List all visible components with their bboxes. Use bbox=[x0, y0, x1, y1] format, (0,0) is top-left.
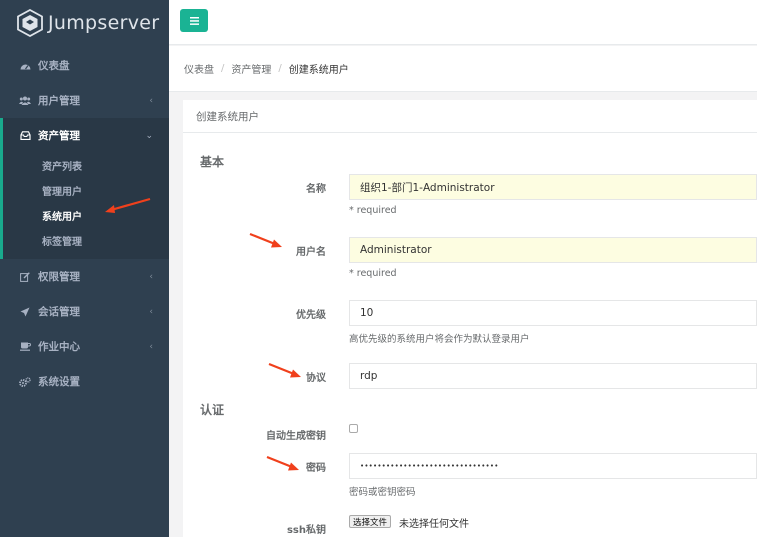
chevron-left-icon: ‹ bbox=[149, 341, 153, 352]
breadcrumb-item-assets[interactable]: 资产管理 bbox=[231, 61, 271, 76]
breadcrumb-item-current: 创建系统用户 bbox=[288, 65, 349, 76]
sidebar-item-settings[interactable]: 系统设置 bbox=[0, 364, 169, 399]
priority-label: 优先级 bbox=[296, 310, 326, 321]
gears-icon bbox=[18, 376, 32, 387]
sidebar-item-sessions[interactable]: 会话管理 ‹ bbox=[0, 294, 169, 329]
breadcrumb-item-dashboard[interactable]: 仪表盘 bbox=[184, 61, 214, 76]
chevron-left-icon: ‹ bbox=[149, 95, 153, 106]
name-input[interactable]: 组织1-部门1-Administrator bbox=[349, 174, 757, 200]
username-help: * required bbox=[349, 268, 397, 279]
jumpserver-logo-icon bbox=[16, 8, 44, 37]
logo[interactable]: Jumpserver bbox=[0, 0, 169, 45]
breadcrumb-separator: / bbox=[278, 63, 282, 74]
section-basic: 基本 bbox=[200, 155, 225, 169]
submenu-item-labels[interactable]: 标签管理 bbox=[3, 228, 169, 253]
sidebar-item-label: 权限管理 bbox=[38, 271, 80, 283]
chevron-down-icon: ⌄ bbox=[145, 130, 153, 141]
name-help: * required bbox=[349, 205, 397, 216]
top-navbar bbox=[169, 0, 757, 45]
auto-generate-key-checkbox[interactable] bbox=[349, 424, 358, 433]
hamburger-icon bbox=[189, 14, 199, 28]
password-label: 密码 bbox=[306, 463, 326, 474]
username-label: 用户名 bbox=[296, 247, 326, 258]
panel-title: 创建系统用户 bbox=[183, 100, 757, 133]
protocol-select[interactable]: rdp bbox=[349, 363, 757, 389]
annotation-arrow-icon bbox=[249, 232, 282, 248]
chevron-left-icon: ‹ bbox=[149, 306, 153, 317]
sidebar-item-label: 资产管理 bbox=[38, 130, 80, 142]
sidebar-item-users[interactable]: 用户管理 ‹ bbox=[0, 83, 169, 118]
username-input[interactable]: Administrator bbox=[349, 237, 757, 263]
breadcrumb: 仪表盘 / 资产管理 / 创建系统用户 bbox=[169, 46, 757, 92]
priority-input[interactable]: 10 bbox=[349, 300, 757, 326]
file-status: 未选择任何文件 bbox=[399, 519, 469, 530]
sidebar-item-label: 作业中心 bbox=[38, 341, 80, 353]
password-input[interactable]: •••••••••••••••••••••••••••••••• bbox=[349, 453, 757, 479]
section-auth: 认证 bbox=[200, 403, 225, 417]
app-name: Jumpserver bbox=[48, 11, 160, 34]
users-icon bbox=[18, 96, 32, 105]
inbox-icon bbox=[18, 131, 32, 140]
sidebar-group-assets: 资产管理 ⌄ 资产列表 管理用户 系统用户 标签管理 bbox=[0, 118, 169, 259]
choose-file-button[interactable]: 选择文件 bbox=[349, 515, 392, 528]
annotation-arrow-icon bbox=[266, 455, 299, 471]
rocket-icon bbox=[18, 307, 32, 317]
dashboard-icon bbox=[18, 61, 32, 70]
chevron-left-icon: ‹ bbox=[149, 271, 153, 282]
sidebar-item-jobs[interactable]: 作业中心 ‹ bbox=[0, 329, 169, 364]
protocol-label: 协议 bbox=[306, 373, 326, 384]
name-label: 名称 bbox=[306, 184, 326, 195]
auto-generate-key-label: 自动生成密钥 bbox=[266, 431, 326, 442]
sidebar-item-permissions[interactable]: 权限管理 ‹ bbox=[0, 259, 169, 294]
sidebar-item-label: 系统设置 bbox=[38, 376, 80, 388]
coffee-icon bbox=[18, 342, 32, 351]
sidebar-item-dashboard[interactable]: 仪表盘 bbox=[0, 48, 169, 83]
sidebar-item-assets[interactable]: 资产管理 ⌄ bbox=[3, 118, 169, 153]
edit-icon bbox=[18, 271, 32, 282]
password-help: 密码或密钥密码 bbox=[349, 487, 416, 498]
sidebar-item-label: 会话管理 bbox=[38, 306, 80, 318]
ssh-key-label: ssh私钥 bbox=[286, 525, 326, 536]
breadcrumb-separator: / bbox=[221, 63, 225, 74]
submenu-item-asset-list[interactable]: 资产列表 bbox=[3, 153, 169, 178]
toggle-sidebar-button[interactable] bbox=[180, 9, 208, 32]
priority-help: 高优先级的系统用户将会作为默认登录用户 bbox=[349, 334, 530, 345]
sidebar-nav: 仪表盘 用户管理 ‹ 资产管理 ⌄ 资产列表 管理用户 系统用户 标签管理 权限… bbox=[0, 48, 169, 399]
annotation-arrow-icon bbox=[268, 362, 301, 378]
sidebar-item-label: 用户管理 bbox=[38, 95, 80, 107]
sidebar: Jumpserver 仪表盘 用户管理 ‹ 资产管理 ⌄ 资产列表 管理用户 系… bbox=[0, 0, 169, 537]
sidebar-item-label: 仪表盘 bbox=[38, 60, 70, 72]
annotation-arrow-icon bbox=[105, 197, 151, 213]
